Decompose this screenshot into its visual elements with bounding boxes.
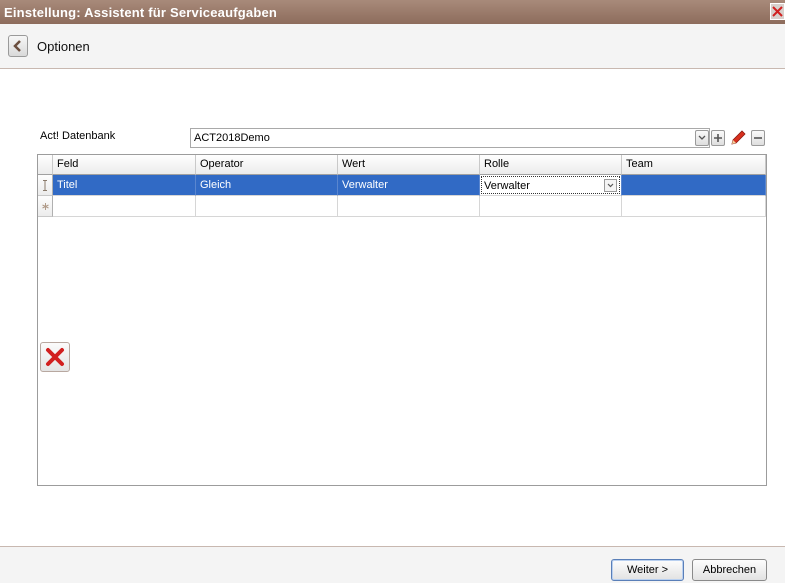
column-header-operator[interactable]: Operator — [196, 155, 338, 175]
new-row-indicator — [38, 196, 53, 217]
role-select[interactable]: Verwalter — [481, 176, 620, 194]
column-header-team[interactable]: Team — [622, 155, 766, 175]
header-bar: Optionen — [0, 24, 785, 69]
cancel-button[interactable]: Abbrechen — [692, 559, 767, 581]
cell-team[interactable] — [622, 175, 766, 196]
next-button[interactable]: Weiter > — [611, 559, 684, 581]
new-cell-feld[interactable] — [53, 196, 196, 217]
new-cell-rolle[interactable] — [480, 196, 622, 217]
edit-database-button[interactable] — [729, 129, 747, 147]
row-edit-indicator — [38, 175, 53, 196]
role-select-value: Verwalter — [484, 180, 530, 192]
criteria-grid[interactable]: Feld Operator Wert Rolle Team Titel Glei… — [37, 154, 767, 486]
close-button[interactable] — [770, 3, 785, 20]
database-value: ACT2018Demo — [194, 132, 270, 144]
table-row[interactable]: Titel Gleich Verwalter Verwalter — [38, 175, 766, 196]
minus-icon — [754, 137, 762, 139]
page-title: Optionen — [37, 39, 90, 54]
delete-row-button[interactable] — [40, 342, 70, 372]
column-header-wert[interactable]: Wert — [338, 155, 480, 175]
role-dropdown-button[interactable] — [604, 179, 617, 192]
database-dropdown-button[interactable] — [695, 130, 709, 146]
new-cell-team[interactable] — [622, 196, 766, 217]
title-bar: Einstellung: Assistent für Serviceaufgab… — [0, 0, 785, 24]
header-corner — [38, 155, 53, 175]
pencil-icon — [731, 130, 746, 145]
grid-header: Feld Operator Wert Rolle Team — [38, 155, 766, 175]
database-select[interactable]: ACT2018Demo — [190, 128, 710, 148]
remove-database-button[interactable] — [751, 130, 765, 146]
cell-rolle[interactable]: Verwalter — [480, 175, 622, 196]
column-header-rolle[interactable]: Rolle — [480, 155, 622, 175]
text-cursor-icon — [43, 179, 47, 191]
new-row[interactable] — [38, 196, 766, 217]
column-header-feld[interactable]: Feld — [53, 155, 196, 175]
new-cell-wert[interactable] — [338, 196, 480, 217]
cell-feld[interactable]: Titel — [53, 175, 196, 196]
window-title: Einstellung: Assistent für Serviceaufgab… — [4, 5, 278, 20]
cell-wert[interactable]: Verwalter — [338, 175, 480, 196]
chevron-left-icon — [13, 40, 21, 52]
chevron-down-icon — [698, 135, 706, 140]
back-button[interactable] — [8, 35, 28, 57]
close-icon — [772, 6, 783, 17]
chevron-down-icon — [607, 183, 614, 188]
plus-icon — [714, 134, 722, 142]
new-cell-operator[interactable] — [196, 196, 338, 217]
add-database-button[interactable] — [711, 130, 725, 146]
asterisk-icon — [41, 202, 49, 210]
cell-operator[interactable]: Gleich — [196, 175, 338, 196]
delete-icon — [46, 348, 64, 366]
database-label: Act! Datenbank — [40, 130, 116, 142]
